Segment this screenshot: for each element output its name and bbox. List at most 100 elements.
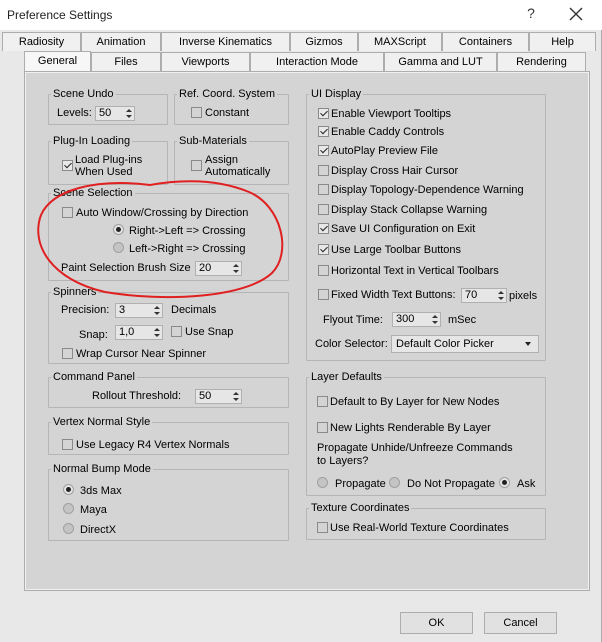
brush-size-label: Paint Selection Brush Size [61, 262, 191, 274]
tab-files[interactable]: Files [91, 52, 161, 71]
tab-animation[interactable]: Animation [81, 32, 161, 51]
save-ui-config-checkbox[interactable] [318, 223, 329, 234]
snap-spinner[interactable]: 1,0 [115, 325, 163, 340]
spinners-title: Spinners [51, 286, 99, 299]
legacy-normals-checkbox[interactable] [62, 439, 73, 450]
spinner-arrows-icon[interactable] [432, 314, 438, 325]
spinner-arrows-icon[interactable] [498, 290, 504, 301]
auto-window-checkbox[interactable] [62, 207, 73, 218]
new-lights-label: New Lights Renderable By Layer [330, 422, 491, 434]
close-icon[interactable] [566, 4, 586, 24]
autoplay-preview-label: AutoPlay Preview File [331, 145, 438, 157]
tab-general[interactable]: General [24, 51, 91, 72]
tab-maxscript[interactable]: MAXScript [358, 32, 442, 51]
color-selector-dropdown[interactable]: Default Color Picker [391, 335, 539, 353]
default-bylayer-checkbox[interactable] [317, 396, 328, 407]
tab-gizmos[interactable]: Gizmos [290, 32, 358, 51]
flyout-time-label: Flyout Time: [323, 314, 383, 326]
cross-hair-checkbox[interactable] [318, 165, 329, 176]
tab-interaction-mode[interactable]: Interaction Mode [250, 52, 384, 71]
horizontal-text-label: Horizontal Text in Vertical Toolbars [331, 265, 499, 277]
use-snap-checkbox[interactable] [171, 326, 182, 337]
use-snap-label: Use Snap [185, 326, 234, 338]
snap-label: Snap: [79, 329, 108, 341]
radio-propagate-label: Propagate [335, 478, 386, 490]
spinner-arrows-icon[interactable] [233, 263, 239, 274]
fixed-width-checkbox[interactable] [318, 289, 329, 300]
tab-radiosity[interactable]: Radiosity [2, 32, 81, 51]
command-panel-title: Command Panel [51, 371, 137, 384]
flyout-time-spinner[interactable]: 300 [392, 312, 441, 327]
spinner-arrows-icon[interactable] [154, 327, 160, 338]
radio-right-left-label: Right->Left => Crossing [129, 225, 246, 237]
window-title: Preference Settings [7, 8, 113, 22]
large-toolbar-checkbox[interactable] [318, 244, 329, 255]
radio-do-not-propagate[interactable] [389, 477, 400, 488]
fixed-width-label: Fixed Width Text Buttons: [331, 289, 456, 301]
wrap-cursor-label: Wrap Cursor Near Spinner [76, 348, 207, 360]
tab-help[interactable]: Help [529, 32, 596, 51]
cancel-button[interactable]: Cancel [484, 612, 557, 634]
radio-ask[interactable] [499, 477, 510, 488]
radio-do-not-propagate-label: Do Not Propagate [407, 478, 496, 490]
radio-directx[interactable] [63, 523, 74, 534]
precision-spinner[interactable]: 3 [115, 303, 163, 318]
large-toolbar-label: Use Large Toolbar Buttons [331, 244, 462, 256]
assign-label-2: Automatically [205, 166, 271, 178]
autoplay-preview-checkbox[interactable] [318, 145, 329, 156]
ui-display-title: UI Display [309, 88, 364, 101]
fixed-width-spinner[interactable]: 70 [461, 288, 507, 303]
help-button[interactable]: ? [522, 5, 540, 21]
spinner-arrows-icon[interactable] [154, 305, 160, 316]
horizontal-text-checkbox[interactable] [318, 265, 329, 276]
texture-coords-title: Texture Coordinates [309, 502, 412, 515]
scene-undo-title: Scene Undo [51, 88, 116, 101]
radio-ask-label: Ask [517, 478, 536, 490]
tab-containers[interactable]: Containers [442, 32, 529, 51]
brush-size-spinner[interactable]: 20 [195, 261, 242, 276]
vertex-normal-title: Vertex Normal Style [51, 416, 153, 429]
rollout-threshold-label: Rollout Threshold: [92, 390, 182, 402]
new-lights-checkbox[interactable] [317, 422, 328, 433]
radio-maya[interactable] [63, 503, 74, 514]
assign-automatically-checkbox[interactable] [191, 160, 202, 171]
caddy-controls-checkbox[interactable] [318, 126, 329, 137]
default-bylayer-label: Default to By Layer for New Nodes [330, 396, 500, 408]
pixels-label: pixels [509, 290, 538, 302]
tab-rendering[interactable]: Rendering [497, 52, 586, 71]
tab-inverse-kinematics[interactable]: Inverse Kinematics [161, 32, 290, 51]
topology-warning-label: Display Topology-Dependence Warning [331, 184, 524, 196]
load-plugins-label-2: When Used [75, 166, 133, 178]
radio-propagate[interactable] [317, 477, 328, 488]
radio-right-left[interactable] [113, 224, 124, 235]
layer-defaults-title: Layer Defaults [309, 371, 384, 384]
normal-bump-title: Normal Bump Mode [51, 463, 153, 476]
rollout-threshold-spinner[interactable]: 50 [195, 389, 242, 404]
load-plugins-checkbox[interactable] [62, 160, 73, 171]
tab-viewports[interactable]: Viewports [161, 52, 250, 71]
wrap-cursor-checkbox[interactable] [62, 348, 73, 359]
levels-spinner[interactable]: 50 [95, 106, 135, 121]
ok-button[interactable]: OK [400, 612, 473, 634]
constant-checkbox[interactable] [191, 107, 202, 118]
constant-label: Constant [205, 107, 250, 119]
plugin-loading-title: Plug-In Loading [51, 135, 133, 148]
cross-hair-label: Display Cross Hair Cursor [331, 165, 459, 177]
viewport-tooltips-checkbox[interactable] [318, 108, 329, 119]
color-selector-label: Color Selector: [315, 338, 388, 350]
spinner-arrows-icon[interactable] [126, 108, 132, 119]
decimals-label: Decimals [171, 304, 217, 316]
topology-warning-checkbox[interactable] [318, 184, 329, 195]
radio-left-right[interactable] [113, 242, 124, 253]
propagate-question-2: to Layers? [317, 455, 369, 467]
realworld-coords-checkbox[interactable] [317, 522, 328, 533]
msec-label: mSec [448, 314, 477, 326]
spinner-arrows-icon[interactable] [233, 391, 239, 402]
stack-collapse-checkbox[interactable] [318, 204, 329, 215]
radio-3dsmax[interactable] [63, 484, 74, 495]
tab-gamma-and-lut[interactable]: Gamma and LUT [384, 52, 497, 71]
radio-left-right-label: Left->Right => Crossing [129, 243, 246, 255]
radio-3dsmax-label: 3ds Max [80, 485, 122, 497]
scene-selection-title: Scene Selection [51, 187, 135, 200]
radio-maya-label: Maya [80, 504, 107, 516]
